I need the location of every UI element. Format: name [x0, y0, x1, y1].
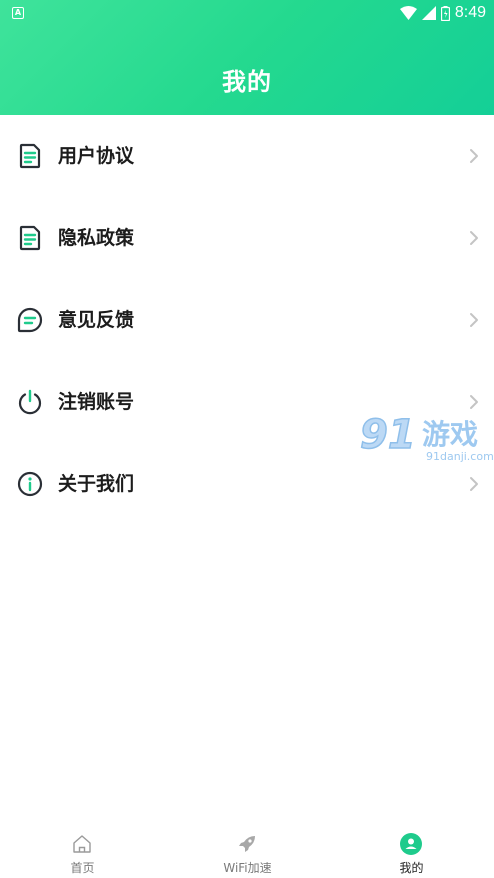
status-right: 8:49	[399, 3, 486, 23]
rocket-icon	[239, 836, 255, 852]
wifi-icon	[399, 6, 417, 20]
document-icon	[19, 225, 41, 251]
page-title: 我的	[222, 68, 272, 96]
status-bar: A 8:49	[0, 0, 494, 26]
menu-item-label: 注销账号	[58, 391, 135, 413]
tab-label: WiFi加速	[223, 861, 272, 875]
bottom-tab-bar: 首页 WiFi加速 我的	[0, 826, 494, 878]
chevron-right-icon	[470, 231, 478, 245]
header: A 8:49 我的	[0, 0, 494, 115]
home-icon	[73, 835, 91, 853]
tab-home[interactable]: 首页	[0, 826, 165, 878]
tab-label: 首页	[70, 861, 95, 875]
app-notification-icon: A	[12, 7, 24, 19]
user-icon	[400, 833, 422, 855]
chat-bubble-icon	[17, 307, 43, 333]
watermark-brand: 游戏	[422, 418, 478, 451]
chevron-right-icon	[470, 149, 478, 163]
menu-item-feedback[interactable]: 意见反馈	[0, 279, 494, 361]
chevron-right-icon	[470, 313, 478, 327]
watermark-url: 91danji.com	[426, 450, 494, 463]
menu-item-label: 关于我们	[58, 473, 135, 495]
status-time: 8:49	[454, 4, 486, 21]
power-icon	[18, 389, 42, 415]
menu-item-label: 意见反馈	[58, 309, 135, 331]
menu-item-user-agreement[interactable]: 用户协议	[0, 115, 494, 197]
tab-label: 我的	[399, 861, 424, 875]
battery-icon	[440, 5, 450, 21]
chevron-right-icon	[470, 395, 478, 409]
info-icon	[17, 471, 43, 497]
watermark-logo: 91 游戏 91danji.com	[360, 411, 494, 463]
menu-item-label: 用户协议	[58, 145, 135, 167]
tab-wifi-boost[interactable]: WiFi加速	[165, 826, 330, 878]
menu-item-label: 隐私政策	[58, 227, 135, 249]
svg-text:91: 91	[360, 412, 416, 458]
tab-mine[interactable]: 我的	[329, 826, 494, 878]
signal-icon	[421, 6, 436, 20]
menu-item-privacy-policy[interactable]: 隐私政策	[0, 197, 494, 279]
document-icon	[19, 143, 41, 169]
chevron-right-icon	[470, 477, 478, 491]
